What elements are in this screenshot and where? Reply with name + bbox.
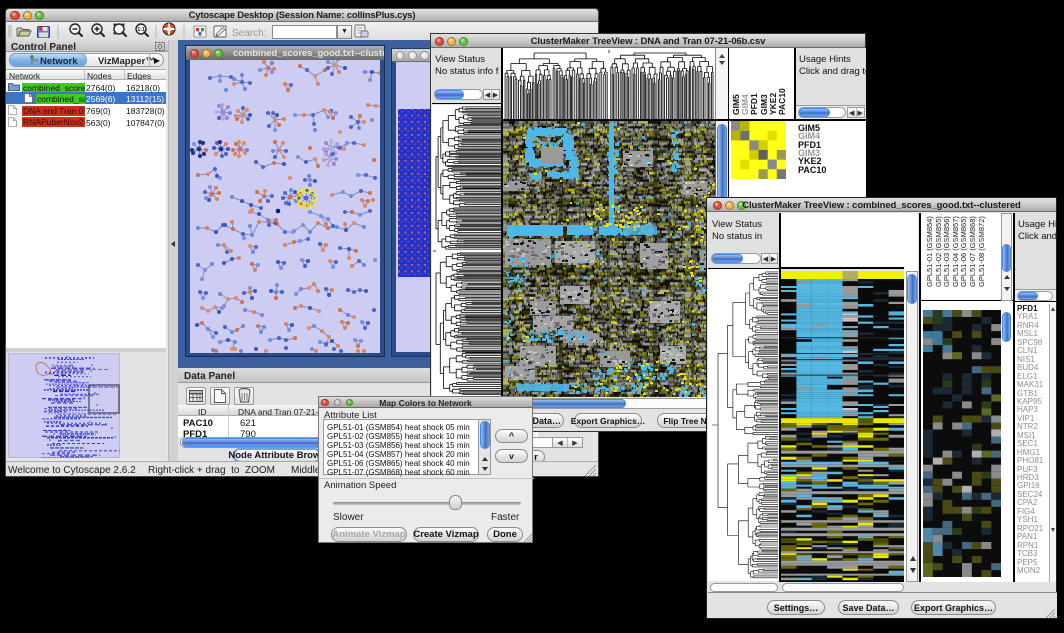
svg-text:1:1: 1:1 bbox=[137, 27, 144, 33]
